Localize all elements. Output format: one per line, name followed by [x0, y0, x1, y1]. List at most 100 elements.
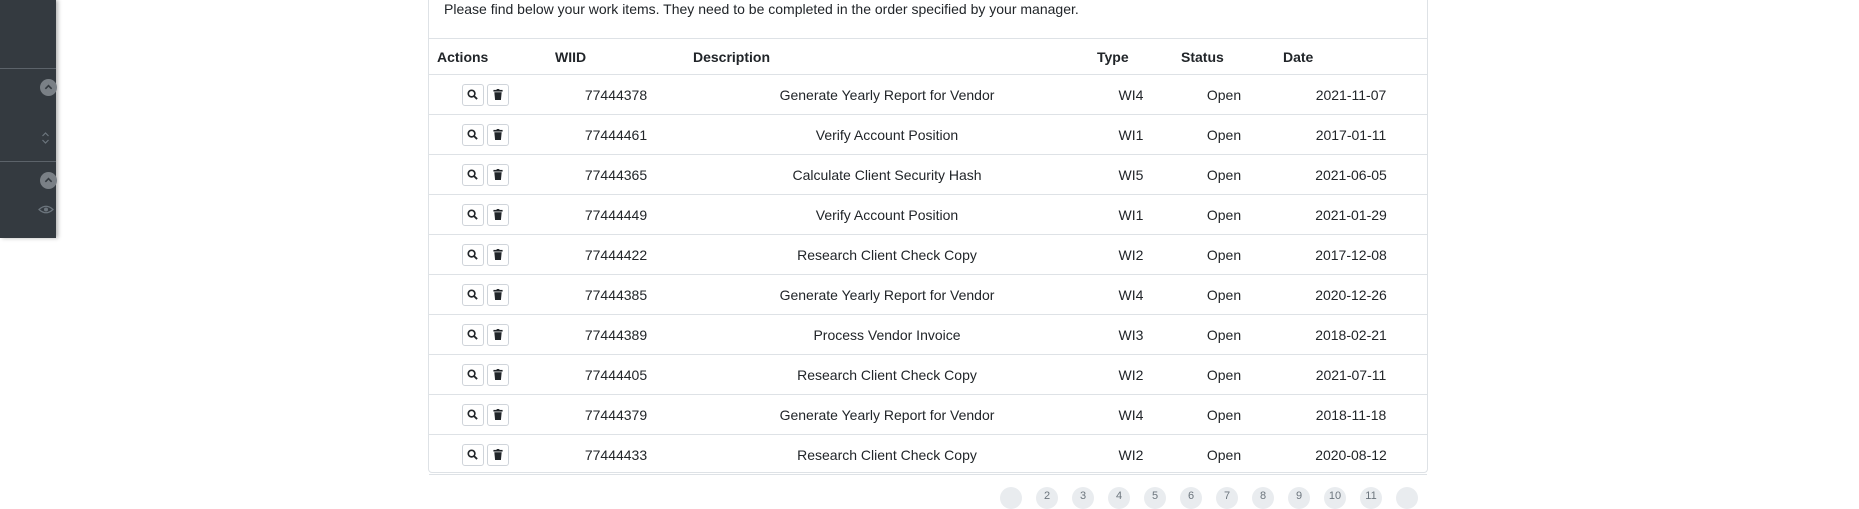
cell-description: Calculate Client Security Hash: [685, 154, 1089, 195]
delete-button[interactable]: [486, 243, 509, 266]
page-button[interactable]: 6: [1180, 487, 1202, 509]
delete-button[interactable]: [486, 323, 509, 346]
cell-description: Research Client Check Copy: [685, 354, 1089, 395]
delete-button[interactable]: [486, 363, 509, 386]
cell-status: Open: [1173, 114, 1275, 155]
column-header-wiid: WIID: [547, 38, 685, 75]
view-button[interactable]: [461, 283, 484, 306]
cell-date: 2021-01-29: [1275, 194, 1427, 235]
cell-status: Open: [1173, 234, 1275, 275]
search-icon: [467, 169, 478, 180]
cell-description: Research Client Check Copy: [685, 234, 1089, 275]
table-row: 77444389 Process Vendor Invoice WI3 Open 201…: [429, 314, 1427, 355]
view-button[interactable]: [461, 83, 484, 106]
cell-type: WI5: [1089, 154, 1173, 195]
collapse-section-button[interactable]: [40, 172, 57, 189]
view-button[interactable]: [461, 203, 484, 226]
page-button[interactable]: 8: [1252, 487, 1274, 509]
cell-type: WI1: [1089, 194, 1173, 235]
trash-icon: [492, 369, 503, 380]
cell-description: Verify Account Position: [685, 194, 1089, 235]
column-header-status: Status: [1173, 38, 1275, 75]
table-header-row: Actions WIID Description Type Status Dat…: [429, 38, 1427, 75]
page-button[interactable]: 2: [1036, 487, 1058, 509]
cell-date: 2021-07-11: [1275, 354, 1427, 395]
row-actions: [429, 194, 547, 235]
trash-icon: [492, 449, 503, 460]
work-items-table: Actions WIID Description Type Status Dat…: [429, 38, 1427, 475]
row-actions: [429, 394, 547, 435]
cell-date: 2018-02-21: [1275, 314, 1427, 355]
page-button[interactable]: 10: [1324, 487, 1346, 509]
search-icon: [467, 129, 478, 140]
cell-date: 2020-12-26: [1275, 274, 1427, 315]
table-row: 77444461 Verify Account Position WI1 Open 20…: [429, 114, 1427, 155]
cell-type: WI2: [1089, 234, 1173, 275]
table-row: 77444365 Calculate Client Security Hash WI…: [429, 154, 1427, 195]
delete-button[interactable]: [486, 203, 509, 226]
cell-wiid: 77444389: [547, 314, 685, 355]
cell-type: WI4: [1089, 74, 1173, 115]
chevron-up-icon: [44, 84, 53, 90]
table-row: 77444422 Research Client Check Copy WI2 Ope…: [429, 234, 1427, 275]
page-button[interactable]: 5: [1144, 487, 1166, 509]
search-icon: [467, 409, 478, 420]
cell-wiid: 77444379: [547, 394, 685, 435]
cell-status: Open: [1173, 194, 1275, 235]
eye-icon[interactable]: [38, 204, 54, 215]
sort-icon[interactable]: [41, 131, 50, 145]
column-header-actions: Actions: [429, 38, 547, 75]
cell-status: Open: [1173, 354, 1275, 395]
delete-button[interactable]: [486, 123, 509, 146]
delete-button[interactable]: [486, 443, 509, 466]
cell-type: WI4: [1089, 394, 1173, 435]
cell-description: Generate Yearly Report for Vendor: [685, 274, 1089, 315]
view-button[interactable]: [461, 243, 484, 266]
page-button[interactable]: 7: [1216, 487, 1238, 509]
cell-type: WI2: [1089, 354, 1173, 395]
view-button[interactable]: [461, 323, 484, 346]
cell-description: Generate Yearly Report for Vendor: [685, 74, 1089, 115]
trash-icon: [492, 289, 503, 300]
page-button[interactable]: 3: [1072, 487, 1094, 509]
page-button[interactable]: 9: [1288, 487, 1310, 509]
cell-status: Open: [1173, 314, 1275, 355]
cell-wiid: 77444422: [547, 234, 685, 275]
pagination: 2 3 4 5 6 7 8 9 10 11: [1000, 487, 1418, 509]
view-button[interactable]: [461, 443, 484, 466]
page-button[interactable]: 11: [1360, 487, 1382, 509]
cell-type: WI2: [1089, 434, 1173, 475]
cell-type: WI4: [1089, 274, 1173, 315]
sidebar-divider: [0, 161, 56, 162]
cell-date: 2017-01-11: [1275, 114, 1427, 155]
cell-status: Open: [1173, 274, 1275, 315]
search-icon: [467, 369, 478, 380]
search-icon: [467, 249, 478, 260]
delete-button[interactable]: [486, 163, 509, 186]
page-prev-button[interactable]: [1000, 487, 1022, 509]
row-actions: [429, 354, 547, 395]
row-actions: [429, 434, 547, 475]
delete-button[interactable]: [486, 83, 509, 106]
view-button[interactable]: [461, 363, 484, 386]
cell-description: Process Vendor Invoice: [685, 314, 1089, 355]
trash-icon: [492, 129, 503, 140]
table-row: 77444449 Verify Account Position WI1 Open 20…: [429, 194, 1427, 235]
page-next-button[interactable]: [1396, 487, 1418, 509]
delete-button[interactable]: [486, 283, 509, 306]
cell-status: Open: [1173, 154, 1275, 195]
page-button[interactable]: 4: [1108, 487, 1130, 509]
collapse-section-button[interactable]: [40, 79, 57, 96]
cell-description: Verify Account Position: [685, 114, 1089, 155]
cell-wiid: 77444405: [547, 354, 685, 395]
delete-button[interactable]: [486, 403, 509, 426]
cell-status: Open: [1173, 394, 1275, 435]
cell-wiid: 77444449: [547, 194, 685, 235]
search-icon: [467, 89, 478, 100]
cell-description: Research Client Check Copy: [685, 434, 1089, 475]
view-button[interactable]: [461, 163, 484, 186]
search-icon: [467, 289, 478, 300]
view-button[interactable]: [461, 403, 484, 426]
cell-date: 2018-11-18: [1275, 394, 1427, 435]
view-button[interactable]: [461, 123, 484, 146]
